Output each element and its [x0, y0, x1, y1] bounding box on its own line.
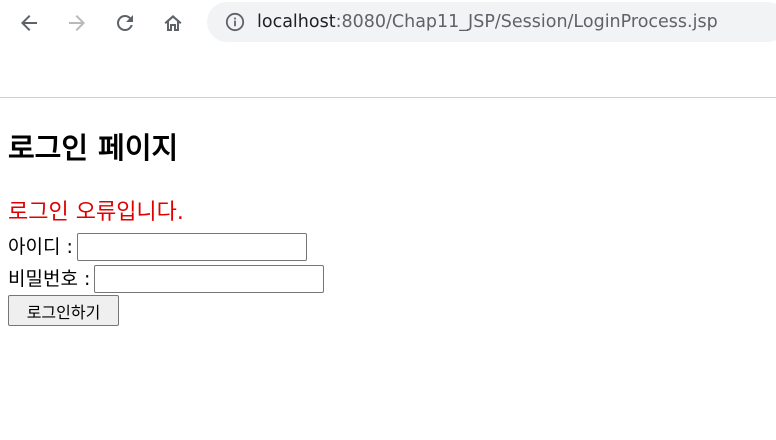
url-host: localhost — [257, 12, 336, 32]
login-button[interactable]: 로그인하기 — [8, 295, 119, 326]
id-row: 아이디 : — [8, 233, 307, 261]
info-icon[interactable] — [225, 12, 245, 32]
url-path: :8080/Chap11_JSP/Session/LoginProcess.js… — [335, 12, 718, 32]
forward-arrow-icon — [69, 15, 85, 31]
password-input[interactable] — [94, 265, 325, 293]
error-message: 로그인 오류입니다. — [8, 200, 184, 225]
forward-button[interactable] — [61, 7, 93, 39]
password-label: 비밀번호 : — [8, 268, 91, 290]
home-button[interactable] — [157, 7, 189, 39]
reload-button[interactable] — [109, 7, 141, 39]
page-title: 로그인 페이지 — [8, 131, 179, 165]
back-arrow-icon — [21, 15, 37, 31]
browser-toolbar: localhost:8080/Chap11_JSP/Session/LoginP… — [0, 0, 776, 46]
address-bar[interactable]: localhost:8080/Chap11_JSP/Session/LoginP… — [207, 2, 776, 42]
back-button[interactable] — [13, 7, 45, 39]
password-row: 비밀번호 : — [8, 265, 325, 293]
url-text[interactable]: localhost:8080/Chap11_JSP/Session/LoginP… — [257, 12, 718, 32]
id-input[interactable] — [76, 233, 307, 261]
reload-icon — [116, 14, 133, 31]
toolbar-divider — [0, 97, 776, 98]
home-icon — [164, 15, 182, 31]
id-label: 아이디 : — [8, 236, 73, 258]
